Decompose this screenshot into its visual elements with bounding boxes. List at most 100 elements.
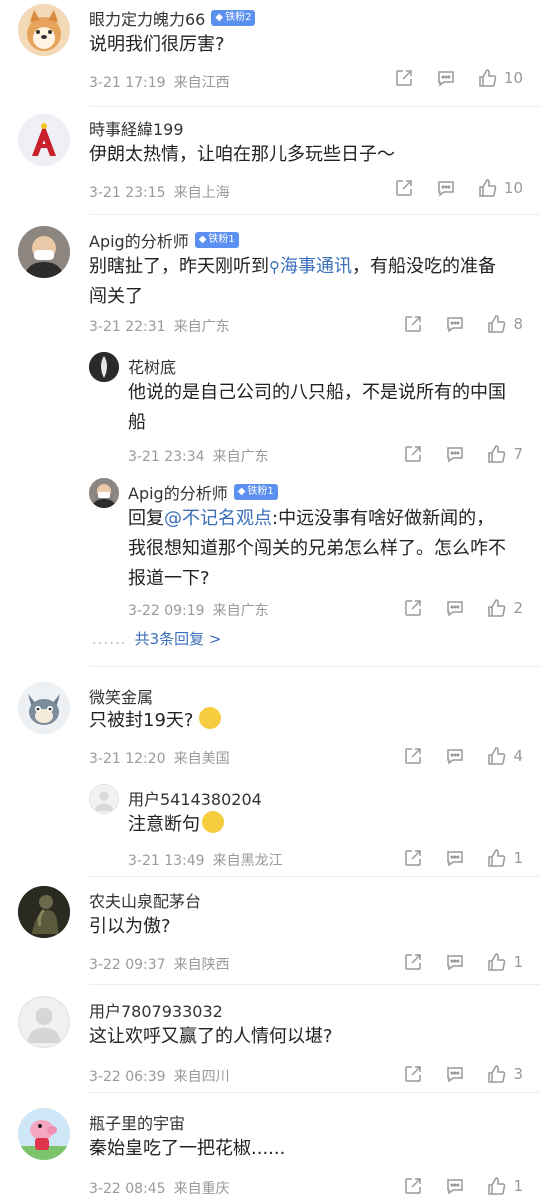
user-name-text[interactable]: 农夫山泉配茅台 (89, 888, 201, 912)
user-name[interactable]: Apig的分析师 ◆ 铁粉1 (89, 228, 239, 252)
user-name-text[interactable]: 微笑金属 (89, 684, 153, 708)
reply-button[interactable] (445, 598, 465, 618)
comment-actions: 8 (403, 314, 523, 334)
like-button[interactable]: 1 (487, 952, 523, 972)
thumbs-up-icon (479, 69, 497, 87)
share-button[interactable] (394, 68, 414, 88)
reply-avatar[interactable] (89, 352, 119, 382)
like-button[interactable]: 1 (487, 848, 523, 868)
like-button[interactable]: 3 (487, 1064, 523, 1084)
user-name[interactable]: 瓶子里的宇宙 (89, 1110, 185, 1134)
like-count: 4 (513, 747, 523, 765)
like-button[interactable]: 10 (478, 68, 523, 88)
avatar[interactable] (18, 682, 70, 734)
more-replies-link[interactable]: ...... 共3条回复 > (92, 628, 222, 649)
like-button[interactable]: 2 (487, 598, 523, 618)
reply-text-line: 船 (128, 412, 146, 433)
thumbs-up-icon (488, 1065, 506, 1083)
user-name[interactable]: 用户7807933032 (89, 998, 223, 1022)
reply-button[interactable] (436, 178, 456, 198)
reply-text: 注意断句 (128, 810, 224, 840)
mention-link[interactable]: @不记名观点 (164, 508, 272, 529)
comment-date: 3-21 12:20 (89, 751, 166, 767)
like-button[interactable]: 10 (478, 178, 523, 198)
user-name[interactable]: 眼力定力魄力66 ◆ 铁粉2 (89, 6, 256, 30)
user-name[interactable]: 农夫山泉配茅台 (89, 888, 201, 912)
user-name-text[interactable]: 眼力定力魄力66 (89, 6, 205, 30)
share-button[interactable] (403, 1064, 423, 1084)
user-name-text[interactable]: 用户7807933032 (89, 998, 223, 1022)
comment-icon (447, 317, 464, 333)
reply-button[interactable] (445, 314, 465, 334)
avatar[interactable] (18, 4, 70, 56)
share-button[interactable] (403, 314, 423, 334)
reply-user-name-text[interactable]: Apig的分析师 (128, 480, 228, 504)
avatar[interactable] (18, 996, 70, 1048)
more-replies-label[interactable]: 共3条回复 > (135, 630, 222, 648)
reply-user-name[interactable]: 用户5414380204 (128, 786, 262, 810)
reply-button[interactable] (445, 1064, 465, 1084)
share-button[interactable] (403, 1176, 423, 1196)
thumbs-up-icon (488, 747, 506, 765)
reply-button[interactable] (445, 444, 465, 464)
share-icon (405, 446, 422, 462)
share-button[interactable] (403, 952, 423, 972)
reply-button[interactable] (445, 746, 465, 766)
avatar[interactable] (18, 1108, 70, 1160)
comment-text: 伊朗太热情，让咱在那儿多玩些日子～ (89, 144, 395, 165)
reply-avatar[interactable] (89, 784, 119, 814)
reply-text-line: 他说的是自己公司的八只船，不是说所有的中国 (128, 382, 506, 403)
avatar[interactable] (18, 886, 70, 938)
topic-link[interactable]: ⚲海事通讯 (269, 256, 352, 277)
reply-user-name-text[interactable]: 花树底 (128, 354, 176, 378)
comment-date: 3-21 17:19 (89, 75, 166, 91)
divider (89, 984, 541, 985)
comment-location: 来自重庆 (173, 1181, 230, 1197)
like-button[interactable]: 4 (487, 746, 523, 766)
fan-badge: ◆ 铁粉2 (211, 10, 256, 26)
avatar[interactable] (18, 226, 70, 278)
share-button[interactable] (394, 178, 414, 198)
comment-location: 来自四川 (173, 1069, 230, 1085)
reply-button[interactable] (436, 68, 456, 88)
reply-date: 3-22 09:19 (128, 603, 205, 619)
thumbs-up-icon (488, 315, 506, 333)
comment-meta: 3-22 06:39 来自四川 (89, 1066, 230, 1086)
reply-text-line: 报道一下? (128, 568, 210, 589)
reply-user-name-text[interactable]: 用户5414380204 (128, 786, 262, 810)
like-button[interactable]: 1 (487, 1176, 523, 1196)
avatar[interactable] (18, 114, 70, 166)
reply-user-name[interactable]: 花树底 (128, 354, 176, 378)
user-name-text[interactable]: Apig的分析师 (89, 228, 189, 252)
share-icon (405, 748, 422, 764)
like-count: 1 (513, 1177, 523, 1195)
comment-meta: 3-21 17:19 来自江西 (89, 72, 230, 92)
like-button[interactable]: 8 (487, 314, 523, 334)
comment-date: 3-22 06:39 (89, 1069, 166, 1085)
reply-button[interactable] (445, 952, 465, 972)
reply-button[interactable] (445, 1176, 465, 1196)
reply-user-name[interactable]: Apig的分析师 ◆ 铁粉1 (128, 480, 278, 504)
user-name[interactable]: 微笑金属 (89, 684, 153, 708)
share-button[interactable] (403, 598, 423, 618)
comment-meta: 3-22 08:45 来自重庆 (89, 1178, 230, 1198)
thumbs-up-icon (488, 953, 506, 971)
comment-text: 说明我们很厉害? (89, 34, 225, 55)
reply-button[interactable] (445, 848, 465, 868)
user-name[interactable]: 時事経緯199 (89, 116, 184, 140)
reply-text-part: 注意断句 (128, 814, 200, 835)
topic-link-text[interactable]: 海事通讯 (280, 256, 352, 277)
comment-item: 眼力定力魄力66 ◆ 铁粉2 说明我们很厉害? 3-21 17:19 来自江西 10 (0, 0, 541, 108)
reply-avatar[interactable] (89, 478, 119, 508)
comment-text-line: 别瞎扯了，昨天刚听到⚲海事通讯，有船没吃的准备 (89, 252, 496, 282)
user-name-text[interactable]: 時事経緯199 (89, 116, 184, 140)
reply-text-part: :中远没事有啥好做新闻的， (272, 508, 495, 529)
comment-location: 来自陕西 (173, 957, 230, 973)
user-name-text[interactable]: 瓶子里的宇宙 (89, 1110, 185, 1134)
like-button[interactable]: 7 (487, 444, 523, 464)
comment-text-part: ，有船没吃的准备 (352, 256, 496, 277)
share-icon (405, 1066, 422, 1082)
share-button[interactable] (403, 848, 423, 868)
share-button[interactable] (403, 444, 423, 464)
share-button[interactable] (403, 746, 423, 766)
